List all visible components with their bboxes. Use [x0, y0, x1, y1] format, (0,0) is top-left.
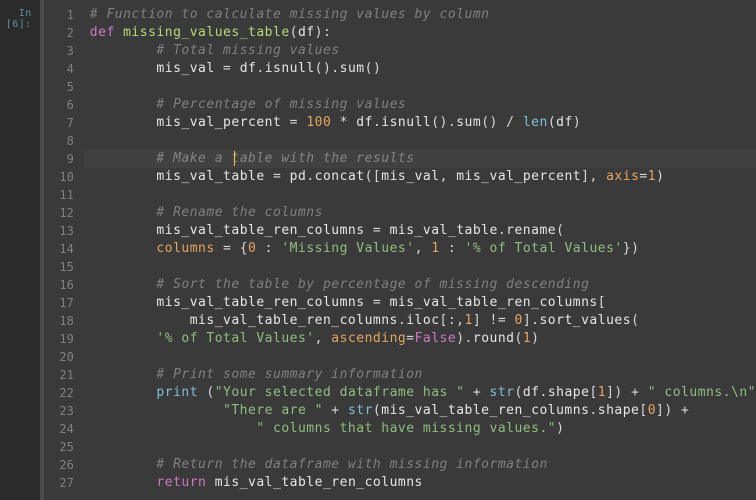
code-line[interactable]: print ("Your selected dataframe has " + …	[90, 384, 756, 402]
line-number: 4	[44, 60, 74, 78]
line-number: 9	[44, 150, 74, 168]
code-line[interactable]	[90, 132, 756, 150]
code-line[interactable]: # Return the dataframe with missing info…	[90, 456, 756, 474]
line-gutter: 1234567891011121314151617181920212223242…	[44, 0, 84, 500]
line-number: 27	[44, 474, 74, 492]
code-line[interactable]	[90, 258, 756, 276]
line-number: 14	[44, 240, 74, 258]
line-number: 8	[44, 132, 74, 150]
line-number: 6	[44, 96, 74, 114]
code-line[interactable]: def missing_values_table(df):	[90, 24, 756, 42]
code-line[interactable]: # Function to calculate missing values b…	[90, 6, 756, 24]
line-number: 17	[44, 294, 74, 312]
line-number: 12	[44, 204, 74, 222]
line-number: 10	[44, 168, 74, 186]
line-number: 24	[44, 420, 74, 438]
code-line[interactable]: '% of Total Values', ascending=False).ro…	[90, 330, 756, 348]
code-editor[interactable]: 1234567891011121314151617181920212223242…	[40, 0, 756, 500]
line-number: 13	[44, 222, 74, 240]
code-area[interactable]: # Function to calculate missing values b…	[84, 0, 756, 500]
line-number: 22	[44, 384, 74, 402]
line-number: 21	[44, 366, 74, 384]
code-line[interactable]: mis_val_table = pd.concat([mis_val, mis_…	[90, 168, 756, 186]
line-number: 1	[44, 6, 74, 24]
line-number: 23	[44, 402, 74, 420]
line-number: 25	[44, 438, 74, 456]
code-line[interactable]: # Make a table with the results	[90, 150, 756, 168]
line-number: 26	[44, 456, 74, 474]
code-line[interactable]	[90, 348, 756, 366]
code-line[interactable]: " columns that have missing values.")	[90, 420, 756, 438]
line-number: 15	[44, 258, 74, 276]
line-number: 11	[44, 186, 74, 204]
code-line[interactable]: # Total missing values	[90, 42, 756, 60]
line-number: 18	[44, 312, 74, 330]
code-line[interactable]: mis_val_table_ren_columns = mis_val_tabl…	[90, 222, 756, 240]
code-line[interactable]	[90, 438, 756, 456]
code-line[interactable]: columns = {0 : 'Missing Values', 1 : '% …	[90, 240, 756, 258]
code-line[interactable]: mis_val_table_ren_columns = mis_val_tabl…	[90, 294, 756, 312]
text-caret	[234, 151, 235, 166]
code-line[interactable]: return mis_val_table_ren_columns	[90, 474, 756, 492]
code-line[interactable]: # Sort the table by percentage of missin…	[90, 276, 756, 294]
prompt-label: In [6]:	[6, 8, 32, 30]
code-line[interactable]: "There are " + str(mis_val_table_ren_col…	[90, 402, 756, 420]
cell-prompt: In [6]:	[0, 0, 40, 500]
code-line[interactable]: mis_val = df.isnull().sum()	[90, 60, 756, 78]
code-line[interactable]: # Percentage of missing values	[90, 96, 756, 114]
line-number: 3	[44, 42, 74, 60]
code-line[interactable]: mis_val_table_ren_columns.iloc[:,1] != 0…	[90, 312, 756, 330]
line-number: 16	[44, 276, 74, 294]
line-number: 20	[44, 348, 74, 366]
line-number: 7	[44, 114, 74, 132]
code-line[interactable]	[90, 186, 756, 204]
line-number: 2	[44, 24, 74, 42]
code-line[interactable]: # Print some summary information	[90, 366, 756, 384]
code-line[interactable]: mis_val_percent = 100 * df.isnull().sum(…	[90, 114, 756, 132]
line-number: 5	[44, 78, 74, 96]
line-number: 19	[44, 330, 74, 348]
code-line[interactable]	[90, 78, 756, 96]
code-line[interactable]: # Rename the columns	[90, 204, 756, 222]
